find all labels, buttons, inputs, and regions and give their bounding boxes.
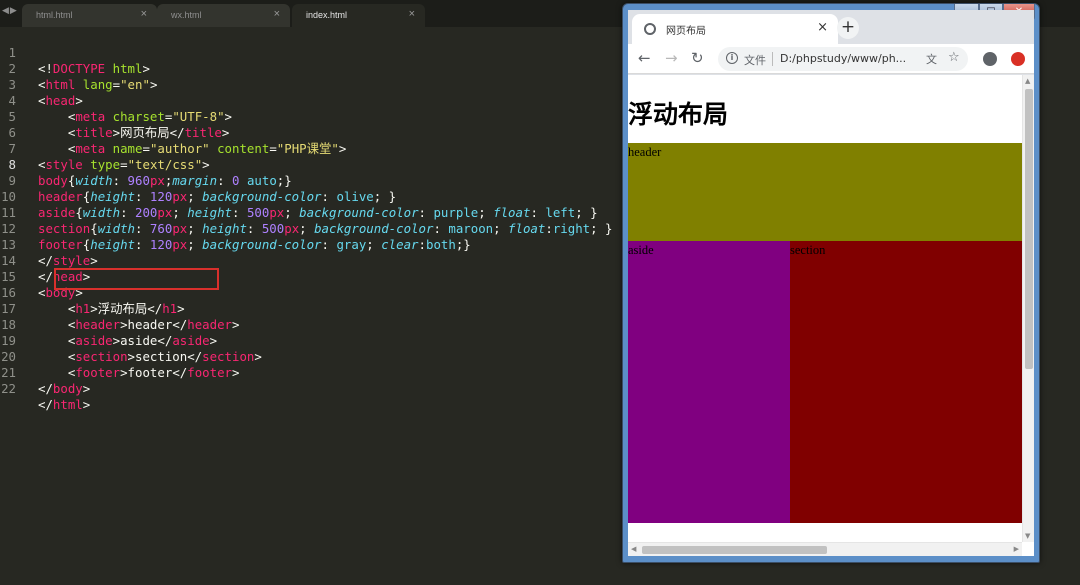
code-line: 15 <body>	[1, 269, 83, 300]
page-header-block: header	[628, 143, 1022, 241]
aside-label: aside	[628, 243, 654, 257]
code-line: 8 body{width: 960px;margin: 0 auto;}	[0, 141, 640, 188]
page-heading: 浮动布局	[628, 100, 729, 129]
globe-icon	[644, 23, 656, 35]
profile-icon[interactable]	[983, 52, 997, 66]
translate-icon[interactable]: 文	[926, 51, 937, 67]
code-line: 5 <title>网页布局</title>	[0, 93, 640, 140]
code-line: 2 <html lang="en">	[0, 45, 640, 92]
url-text[interactable]: D:/phpstudy/www/ph...	[780, 52, 906, 65]
browser-window: – □ ✕ 网页布局 × + ← → ↻ i 文件 D:/phpstudy/ww…	[622, 3, 1040, 563]
code-line: 11 section{width: 760px; height: 500px; …	[1, 205, 613, 236]
code-line: 3 <head>	[0, 61, 640, 108]
code-line: 19 <section>section</section>	[1, 333, 262, 364]
browser-frame: 网页布局 × + ← → ↻ i 文件 D:/phpstudy/www/ph..…	[628, 10, 1034, 556]
page-section-block: section	[790, 241, 1022, 523]
code-line: 4 <meta charset="UTF-8">	[0, 77, 640, 124]
highlight-box	[54, 268, 219, 290]
code-line: 18 <aside>aside</aside>	[1, 317, 218, 348]
page-aside-block: aside	[628, 241, 790, 523]
close-icon[interactable]: ×	[817, 20, 828, 35]
code-line: 14 </head>	[1, 253, 91, 284]
horizontal-scrollbar[interactable]: ◀ ▶	[628, 542, 1022, 556]
code-line: 12 footer{height: 120px; background-colo…	[1, 221, 471, 252]
browser-tab[interactable]: 网页布局 ×	[632, 14, 838, 44]
back-arrow-icon[interactable]: ←	[638, 49, 651, 67]
extension-icon[interactable]	[1011, 52, 1025, 66]
code-line: 9 header{height: 120px; background-color…	[0, 157, 640, 204]
scroll-left-icon[interactable]: ◀	[631, 545, 636, 553]
tab-label: index.html	[306, 10, 348, 20]
code-line: 7 <style type="text/css">	[0, 125, 640, 172]
address-bar[interactable]: i 文件 D:/phpstudy/www/ph... 文 ☆	[718, 47, 968, 71]
code-line: 21 </body>	[1, 365, 91, 396]
tab-label: html.html	[36, 10, 73, 20]
code-line: 22 </html>	[1, 381, 91, 412]
code-line: 20 <footer>footer</footer>	[1, 349, 240, 380]
browser-tab-title: 网页布局	[666, 26, 706, 37]
scroll-up-icon[interactable]: ▲	[1025, 77, 1030, 85]
vertical-scrollbar[interactable]: ▲ ▼	[1022, 75, 1034, 542]
scrollbar-thumb[interactable]	[642, 546, 827, 554]
info-icon[interactable]: i	[726, 52, 738, 64]
section-label: section	[790, 243, 826, 257]
close-icon[interactable]: ×	[409, 8, 415, 20]
page-viewport: 浮动布局 header aside section ▲ ▼ ◀ ▶	[628, 75, 1034, 556]
divider	[772, 52, 773, 66]
header-label: header	[628, 145, 662, 159]
line-number: 22	[1, 381, 16, 396]
reload-icon[interactable]: ↻	[691, 49, 704, 67]
tab-wx-html[interactable]: wx.html ×	[157, 4, 290, 27]
scroll-down-icon[interactable]: ▼	[1025, 532, 1030, 540]
browser-toolbar: ← → ↻ i 文件 D:/phpstudy/www/ph... 文 ☆	[628, 44, 1034, 74]
new-tab-button[interactable]: +	[837, 17, 859, 39]
scheme-label: 文件	[744, 54, 766, 67]
star-icon[interactable]: ☆	[948, 50, 960, 65]
scroll-right-icon[interactable]: ▶	[1014, 545, 1019, 553]
scrollbar-thumb[interactable]	[1025, 89, 1033, 369]
tab-label: wx.html	[171, 10, 202, 20]
tab-html-html[interactable]: html.html ×	[22, 4, 157, 27]
code-line: 1 <!DOCTYPE html>	[0, 29, 640, 76]
close-icon[interactable]: ×	[274, 8, 280, 20]
tab-scroll-arrows-icon[interactable]: ◀▶	[2, 6, 18, 16]
forward-arrow-icon[interactable]: →	[665, 49, 678, 67]
close-icon[interactable]: ×	[141, 8, 147, 20]
tab-index-html[interactable]: index.html ×	[292, 4, 425, 27]
code-line: 6 <meta name="author" content="PHP课堂">	[0, 109, 640, 156]
code-line: 10 aside{width: 200px; height: 500px; ba…	[1, 189, 598, 220]
code-line: 13 </style>	[1, 237, 98, 268]
